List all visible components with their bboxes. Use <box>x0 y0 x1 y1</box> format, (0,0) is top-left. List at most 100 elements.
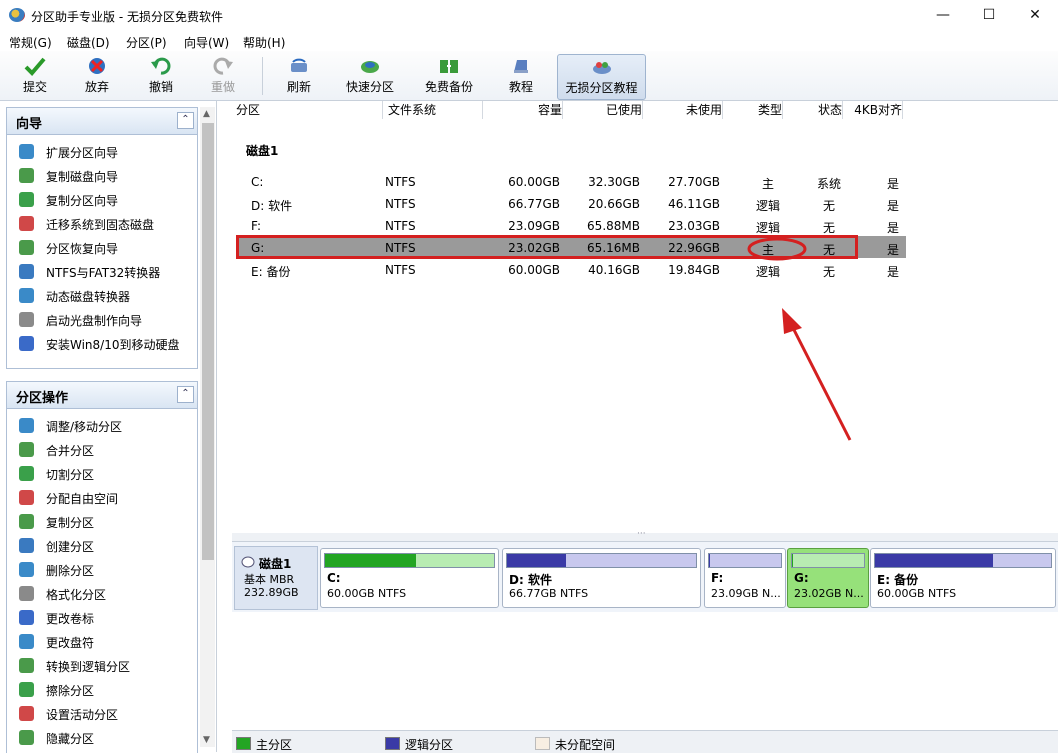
partition-block[interactable]: C: 60.00GB NTFS <box>320 548 499 608</box>
collapse-wizard-button[interactable]: ⌃ <box>177 112 194 129</box>
partition-size: 23.02GB N... <box>794 587 864 600</box>
menu-disk[interactable]: 磁盘(D) <box>67 34 110 51</box>
refresh-label: 刷新 <box>286 80 311 94</box>
tutorial-label: 教程 <box>508 80 533 94</box>
quick-partition-button[interactable]: 快速分区 <box>340 54 400 98</box>
column-header[interactable]: 已使用 <box>564 101 643 119</box>
ops-item-label: 调整/移动分区 <box>46 420 123 434</box>
ops-item[interactable]: 隐藏分区 <box>17 726 195 750</box>
column-header[interactable]: 文件系统 <box>384 101 483 119</box>
ops-item[interactable]: 合并分区 <box>17 438 195 462</box>
tutorial-button[interactable]: 教程 <box>498 54 544 98</box>
column-header[interactable]: 容量 <box>484 101 563 119</box>
legend-logical-label: 逻辑分区 <box>405 738 454 752</box>
wizard-item[interactable]: 分区恢复向导 <box>17 236 195 260</box>
free-backup-button[interactable]: 免费备份 <box>418 54 480 98</box>
ops-item[interactable]: 设置活动分区 <box>17 702 195 726</box>
ops-item[interactable]: 更改盘符 <box>17 630 195 654</box>
partition-size: 66.77GB NTFS <box>509 587 589 600</box>
cell-name: E: 备份 <box>251 265 291 279</box>
ops-item-icon <box>19 418 34 433</box>
legend-primary-label: 主分区 <box>256 738 293 752</box>
lossless-tutorial-button[interactable]: 无损分区教程 <box>557 54 646 100</box>
menu-partition[interactable]: 分区(P) <box>126 34 167 51</box>
ops-item[interactable]: 复制分区 <box>17 510 195 534</box>
commit-button[interactable]: 提交 <box>12 54 58 98</box>
redo-button[interactable]: 重做 <box>200 54 246 98</box>
ops-item-label: 擦除分区 <box>46 684 95 698</box>
unallocated-swatch <box>535 737 550 750</box>
refresh-button[interactable]: 刷新 <box>276 54 322 98</box>
ops-item[interactable]: 转换到逻辑分区 <box>17 654 195 678</box>
wizard-item[interactable]: 复制分区向导 <box>17 188 195 212</box>
backup-icon <box>440 60 458 73</box>
cell-fs: NTFS <box>385 175 416 189</box>
ops-item[interactable]: 切割分区 <box>17 462 195 486</box>
ops-item[interactable]: 分配自由空间 <box>17 486 195 510</box>
redo-label: 重做 <box>210 80 235 94</box>
menu-wizard[interactable]: 向导(W) <box>184 34 229 51</box>
maximize-button[interactable]: ☐ <box>966 0 1012 31</box>
menu-general[interactable]: 常规(G) <box>9 34 52 51</box>
partition-block[interactable]: D: 软件 66.77GB NTFS <box>502 548 701 608</box>
refresh-icon <box>291 58 307 72</box>
partition-block[interactable]: G: 23.02GB N... <box>787 548 869 608</box>
partition-block[interactable]: E: 备份 60.00GB NTFS <box>870 548 1056 608</box>
close-button[interactable]: ✕ <box>1012 0 1058 31</box>
left-scrollbar-thumb[interactable] <box>202 123 214 560</box>
scroll-up-icon[interactable]: ▲ <box>203 109 210 119</box>
usage-bar <box>791 553 865 568</box>
column-header[interactable]: 状态 <box>784 101 843 119</box>
collapse-ops-button[interactable]: ⌃ <box>177 386 194 403</box>
wizard-item[interactable]: NTFS与FAT32转换器 <box>17 260 195 284</box>
wizard-item[interactable]: 复制磁盘向导 <box>17 164 195 188</box>
wizard-item[interactable]: 迁移系统到固态磁盘 <box>17 212 195 236</box>
wizard-item[interactable]: 扩展分区向导 <box>17 140 195 164</box>
wizard-item-label: NTFS与FAT32转换器 <box>46 266 161 280</box>
wizard-item-label: 扩展分区向导 <box>46 146 119 160</box>
wizard-item[interactable]: 动态磁盘转换器 <box>17 284 195 308</box>
ops-item-label: 更改盘符 <box>46 636 95 650</box>
wizard-item-icon <box>19 192 34 207</box>
partition-name: E: 备份 <box>877 573 919 587</box>
partition-size: 60.00GB NTFS <box>877 587 957 600</box>
undo-button[interactable]: 撤销 <box>138 54 184 98</box>
discard-icon <box>89 58 105 74</box>
ops-item-label: 转换到逻辑分区 <box>46 660 131 674</box>
cell-used: 20.66GB <box>588 197 640 211</box>
wizard-item[interactable]: 安装Win8/10到移动硬盘 <box>17 332 195 356</box>
wizard-item-icon <box>19 264 34 279</box>
ops-item-label: 分配自由空间 <box>46 492 119 506</box>
discard-button[interactable]: 放弃 <box>74 54 120 98</box>
usage-bar <box>324 553 495 568</box>
ops-item[interactable]: 更改卷标 <box>17 606 195 630</box>
ops-item[interactable]: 擦除分区 <box>17 678 195 702</box>
ops-item-icon <box>19 610 34 625</box>
column-header[interactable]: 类型 <box>724 101 783 119</box>
ops-item[interactable]: 删除分区 <box>17 558 195 582</box>
menu-help[interactable]: 帮助(H) <box>243 34 285 51</box>
minimize-button[interactable]: — <box>920 0 966 31</box>
cell-free: 46.11GB <box>668 197 720 211</box>
ops-item[interactable]: 调整/移动分区 <box>17 414 195 438</box>
redo-icon <box>213 57 233 75</box>
cell-status: 系统 <box>816 177 841 191</box>
primary-swatch <box>236 737 251 750</box>
discard-label: 放弃 <box>84 80 109 94</box>
partition-block[interactable]: F: 23.09GB N... <box>704 548 786 608</box>
column-header[interactable]: 4KB对齐 <box>844 101 903 119</box>
ops-item[interactable]: 创建分区 <box>17 534 195 558</box>
wizard-item[interactable]: 启动光盘制作向导 <box>17 308 195 332</box>
column-header[interactable]: 未使用 <box>644 101 723 119</box>
partition-name: D: 软件 <box>509 573 552 587</box>
splitter[interactable]: ··· <box>232 529 1058 541</box>
ops-item[interactable]: 格式化分区 <box>17 582 195 606</box>
legend-logical: 逻辑分区 <box>385 736 453 753</box>
column-header[interactable]: 分区 <box>232 101 383 119</box>
wizard-item-label: 分区恢复向导 <box>46 242 119 256</box>
disk-info[interactable]: 磁盘1 基本 MBR 232.89GB <box>234 546 318 610</box>
ops-item-icon <box>19 586 34 601</box>
scroll-down-icon[interactable]: ▼ <box>203 735 210 745</box>
wizard-item-label: 安装Win8/10到移动硬盘 <box>46 338 180 352</box>
commit-label: 提交 <box>22 80 47 94</box>
